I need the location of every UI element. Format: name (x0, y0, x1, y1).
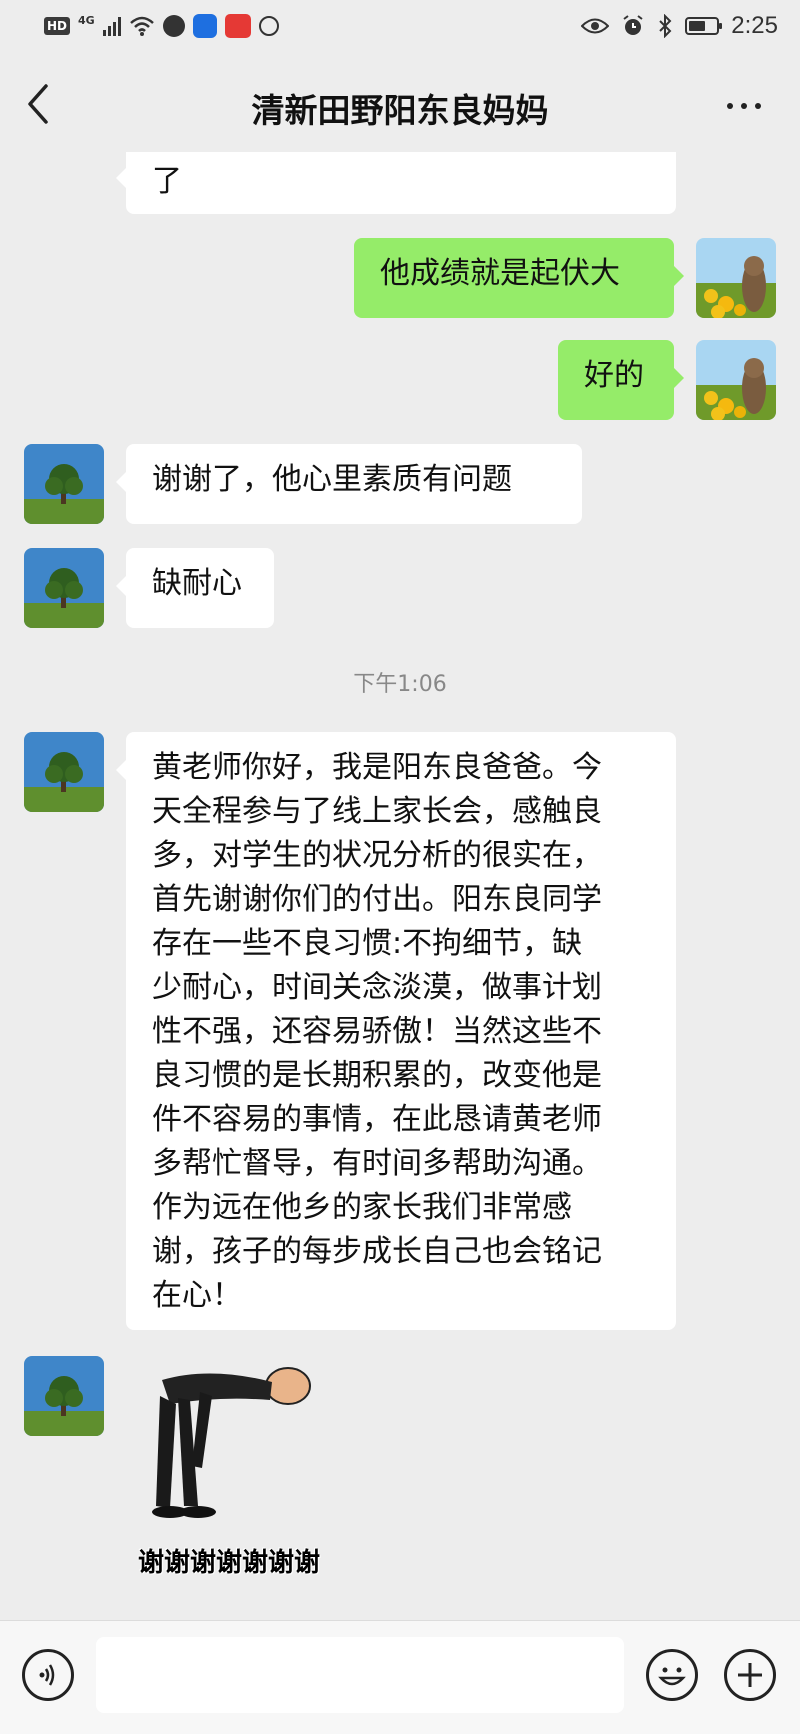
message-line: 首先谢谢你们的付出。阳东良同学 (152, 882, 602, 917)
message-line: 存在一些不良习惯:不拘细节，缺 (152, 926, 583, 961)
plus-button[interactable] (724, 1649, 776, 1701)
emoji-button[interactable] (646, 1649, 698, 1701)
battery-icon (685, 17, 723, 35)
message-line: 黄老师你好，我是阳东良爸爸。今 (152, 750, 602, 785)
message-line: 天全程参与了线上家长会，感触良 (152, 794, 602, 829)
message-bubble-sent[interactable]: 好的 (558, 340, 684, 420)
plus-icon (738, 1663, 762, 1687)
message-line: 良习惯的是长期积累的，改变他是 (152, 1058, 602, 1093)
message-line: 件不容易的事情，在此恳请黄老师 (152, 1102, 602, 1137)
status-bar: HD 4G 2:25 (0, 0, 800, 56)
tree-landscape-avatar-image (24, 1356, 104, 1436)
message-text: 他成绩就是起伏大 (380, 256, 620, 291)
message-text: 好的 (584, 358, 644, 393)
message-text: 谢谢了，他心里素质有问题 (152, 462, 512, 497)
message-text: 了 (152, 164, 182, 199)
status-time: 2:25 (731, 12, 778, 39)
chat-header: 清新田野阳东良妈妈 (0, 56, 800, 152)
signal-icon (102, 16, 121, 36)
message-bubble-received[interactable]: 谢谢了，他心里素质有问题 (116, 444, 582, 524)
voice-icon (39, 1664, 55, 1686)
more-dots-icon (727, 103, 733, 109)
message-line: 少耐心，时间关念淡漠，做事计划 (152, 970, 602, 1005)
message-timestamp: 下午1:06 (353, 672, 447, 697)
tree-landscape-avatar-image (24, 548, 104, 628)
input-bar (0, 1620, 800, 1734)
message-bubble-received[interactable]: 缺耐心 (116, 548, 274, 628)
message-bubble-received[interactable]: 了 (116, 152, 676, 214)
sunflower-girl-avatar-image (696, 340, 776, 420)
my-avatar[interactable] (696, 238, 776, 318)
hd-badge: HD (44, 17, 71, 35)
voice-button[interactable] (22, 1649, 74, 1701)
message-text: 缺耐心 (152, 566, 242, 601)
message-bubble-sent[interactable]: 他成绩就是起伏大 (354, 238, 684, 318)
notification-app-icon (192, 14, 217, 38)
alarm-icon (623, 15, 643, 35)
tree-landscape-avatar-image (24, 732, 104, 812)
contact-avatar[interactable] (24, 732, 104, 812)
message-line: 谢，孩子的每步成长自己也会铭记 (152, 1234, 602, 1269)
contact-avatar[interactable] (24, 444, 104, 524)
message-line: 多，对学生的状况分析的很实在， (152, 838, 602, 873)
chat-message-list[interactable]: 了 他成绩就是起伏大 好的 谢谢了，他心里素质有问题 缺耐心 下午1:06 黄老… (0, 152, 800, 1620)
shield-app-icon (258, 16, 279, 36)
emoji-icon (658, 1667, 686, 1686)
message-line: 多帮忙督导，有时间多帮助沟通。 (152, 1146, 602, 1181)
message-line: 作为远在他乡的家长我们非常感 (152, 1190, 572, 1225)
contact-avatar[interactable] (24, 548, 104, 628)
location-app-icon (162, 15, 185, 37)
news-app-icon (224, 14, 251, 38)
eye-icon (581, 18, 610, 34)
network-type: 4G (78, 13, 95, 27)
message-input[interactable] (96, 1637, 624, 1713)
sticker-caption: 谢谢谢谢谢谢谢 (138, 1548, 321, 1578)
sticker-message[interactable]: 谢谢谢谢谢谢谢 (130, 1356, 370, 1578)
message-bubble-received[interactable]: 黄老师你好，我是阳东良爸爸。今 天全程参与了线上家长会，感触良 多，对学生的状况分析… (116, 732, 676, 1330)
tree-landscape-avatar-image (24, 444, 104, 524)
my-avatar[interactable] (696, 340, 776, 420)
more-button[interactable] (722, 86, 766, 126)
message-text: 黄老师你好，我是阳东良爸爸。今 天全程参与了线上家长会，感触良 多，对学生的状况分析… (152, 746, 650, 1318)
bowing-man-sticker-image (152, 1367, 311, 1518)
contact-avatar[interactable] (24, 1356, 104, 1436)
bluetooth-icon (659, 14, 672, 38)
message-line: 在心！ (152, 1278, 242, 1313)
message-line: 性不强，还容易骄傲！当然这些不 (152, 1014, 602, 1049)
wifi-icon (129, 16, 154, 36)
chat-title: 清新田野阳东良妈妈 (251, 91, 549, 130)
sunflower-girl-avatar-image (696, 238, 776, 318)
